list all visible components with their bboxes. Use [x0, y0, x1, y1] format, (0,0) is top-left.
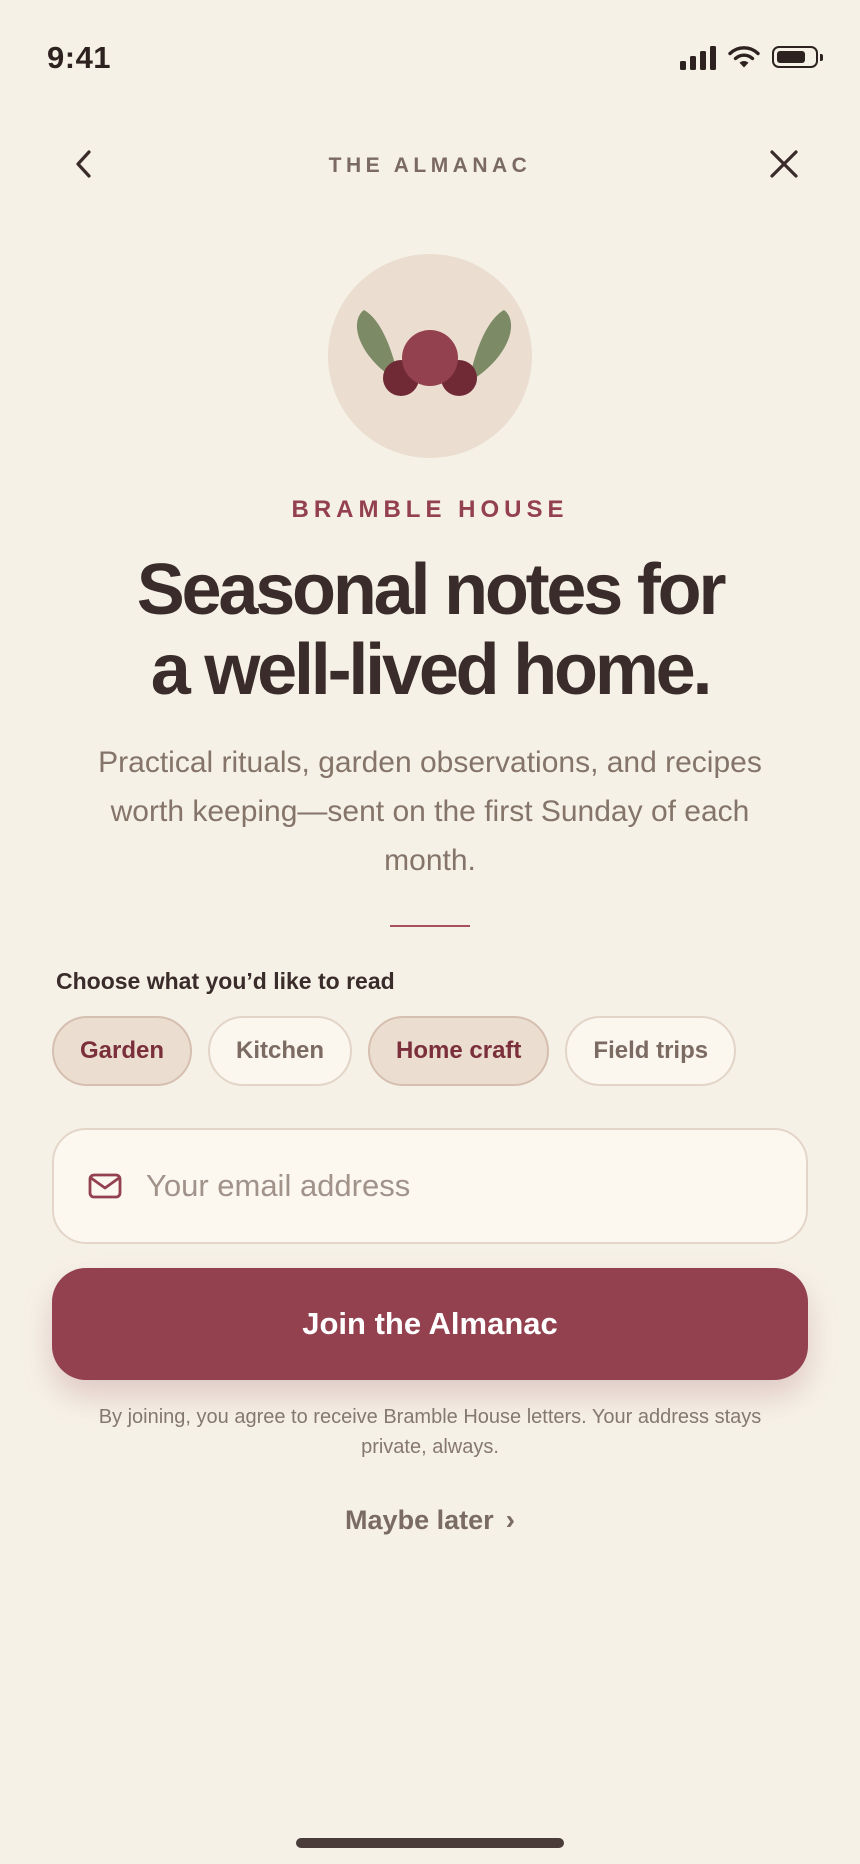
subheadline: Practical rituals, garden observations, …	[98, 746, 762, 877]
close-icon	[770, 150, 798, 178]
battery-icon	[772, 46, 823, 68]
nav-title: THE ALMANAC	[328, 154, 532, 177]
legal-notice: By joining, you agree to receive Bramble…	[98, 1406, 762, 1458]
maybe-later-link[interactable]: Maybe later ›	[0, 1504, 860, 1536]
maybe-later-label: Maybe later	[345, 1504, 494, 1535]
brand-logo	[328, 254, 532, 458]
berry-leaves-icon	[356, 310, 512, 396]
topic-chips: Garden Kitchen Home craft Field trips	[52, 1016, 737, 1086]
topic-chip-kitchen[interactable]: Kitchen	[208, 1016, 353, 1086]
brand-name: BRAMBLE HOUSE	[291, 496, 569, 523]
email-input[interactable]	[144, 1167, 776, 1205]
mail-icon	[88, 1171, 124, 1201]
headline-line-2: a well-lived home.	[150, 630, 713, 710]
close-button[interactable]	[752, 132, 816, 196]
home-indicator[interactable]	[296, 1838, 564, 1848]
status-bar: 9:41	[0, 0, 860, 110]
topic-chip-home-craft[interactable]: Home craft	[368, 1016, 550, 1086]
chevron-right-icon: ›	[505, 1504, 515, 1535]
topic-chip-garden[interactable]: Garden	[52, 1016, 193, 1086]
headline: Seasonal notes for a well-lived home.	[0, 550, 860, 710]
email-field[interactable]	[52, 1128, 808, 1244]
nav-bar: THE ALMANAC	[0, 130, 860, 198]
topic-chip-field-trips[interactable]: Field trips	[565, 1016, 737, 1086]
cellular-signal-icon	[680, 44, 716, 70]
status-icons	[680, 44, 823, 70]
divider	[390, 925, 470, 927]
topics-label: Choose what you’d like to read	[56, 968, 395, 994]
join-button[interactable]: Join the Almanac	[52, 1268, 808, 1380]
battery-level	[777, 51, 805, 63]
status-time: 9:41	[47, 40, 112, 75]
wifi-icon	[728, 46, 760, 68]
headline-line-1: Seasonal notes for	[136, 550, 727, 630]
